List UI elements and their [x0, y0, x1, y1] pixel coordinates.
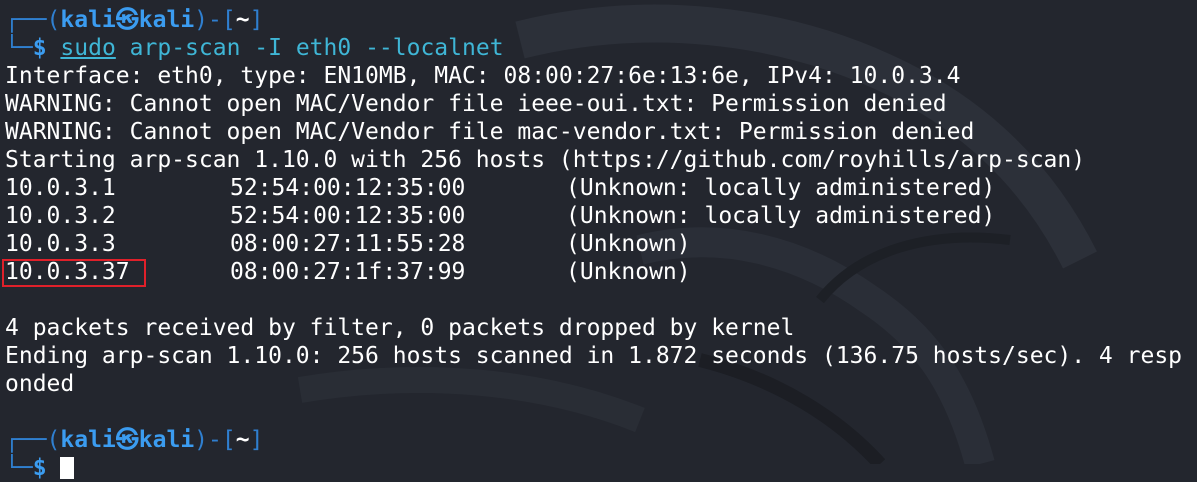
active-prompt-line[interactable]: └─$: [5, 454, 1197, 482]
interface-line: Interface: eth0, type: EN10MB, MAC: 08:0…: [5, 63, 961, 89]
ending-line: Ending arp-scan 1.10.0: 256 hosts scanne…: [5, 343, 1183, 369]
host-mac: 08:00:27:1f:37:99: [230, 259, 466, 285]
ip-highlight-box: [2, 259, 146, 287]
terminal[interactable]: ┌──(kali㉿kali)-[~] └─$ sudo arp-scan -I …: [2, 6, 1197, 482]
host-row-highlighted: 10.0.3.37 08:00:27:1f:37:99 (Unknown): [5, 258, 1197, 286]
prompt-dollar: $: [32, 35, 47, 61]
host-row: 10.0.3.1 52:54:00:12:35:00 (Unknown: local…: [5, 174, 1197, 202]
prompt-dir: ~: [235, 427, 250, 453]
prompt-host: kali: [138, 427, 195, 453]
host-vendor: (Unknown: locally administered): [566, 203, 996, 229]
host-row: 10.0.3.2 52:54:00:12:35:00 (Unknown: local…: [5, 202, 1197, 230]
command-sudo: sudo: [60, 35, 116, 61]
prompt-user: kali: [60, 427, 116, 453]
command-text: arp-scan -I eth0 --localnet: [129, 35, 504, 61]
host-ip: 10.0.3.1: [5, 175, 116, 201]
prompt-line-1: ┌──(kali㉿kali)-[~]: [5, 427, 264, 453]
prompt-dollar: $: [32, 455, 47, 481]
host-ip: 10.0.3.2: [5, 203, 116, 229]
packets-line: 4 packets received by filter, 0 packets …: [5, 315, 795, 341]
host-mac: 08:00:27:11:55:28: [230, 231, 466, 257]
host-row: 10.0.3.3 08:00:27:11:55:28 (Unknown): [5, 230, 1197, 258]
warning-line: WARNING: Cannot open MAC/Vendor file iee…: [5, 91, 947, 117]
prompt-line-1: ┌──(kali㉿kali)-[~]: [5, 7, 264, 33]
prompt-host: kali: [138, 7, 195, 33]
terminal-cursor[interactable]: [60, 457, 75, 479]
host-vendor: (Unknown): [566, 231, 691, 257]
host-mac: 52:54:00:12:35:00: [230, 203, 466, 229]
prompt-user: kali: [60, 7, 116, 33]
prompt-dir: ~: [235, 7, 250, 33]
warning-line: WARNING: Cannot open MAC/Vendor file mac…: [5, 119, 975, 145]
ending-line-wrap: onded: [5, 371, 75, 397]
host-vendor: (Unknown): [566, 259, 691, 285]
host-ip: 10.0.3.3: [5, 231, 116, 257]
kali-skull-icon: ㉿: [115, 7, 139, 33]
host-vendor: (Unknown: locally administered): [566, 175, 996, 201]
starting-line: Starting arp-scan 1.10.0 with 256 hosts …: [5, 147, 1086, 173]
command-line: └─$ sudo arp-scan -I eth0 --localnet: [5, 35, 504, 61]
host-mac: 52:54:00:12:35:00: [230, 175, 466, 201]
kali-skull-icon: ㉿: [115, 427, 139, 453]
